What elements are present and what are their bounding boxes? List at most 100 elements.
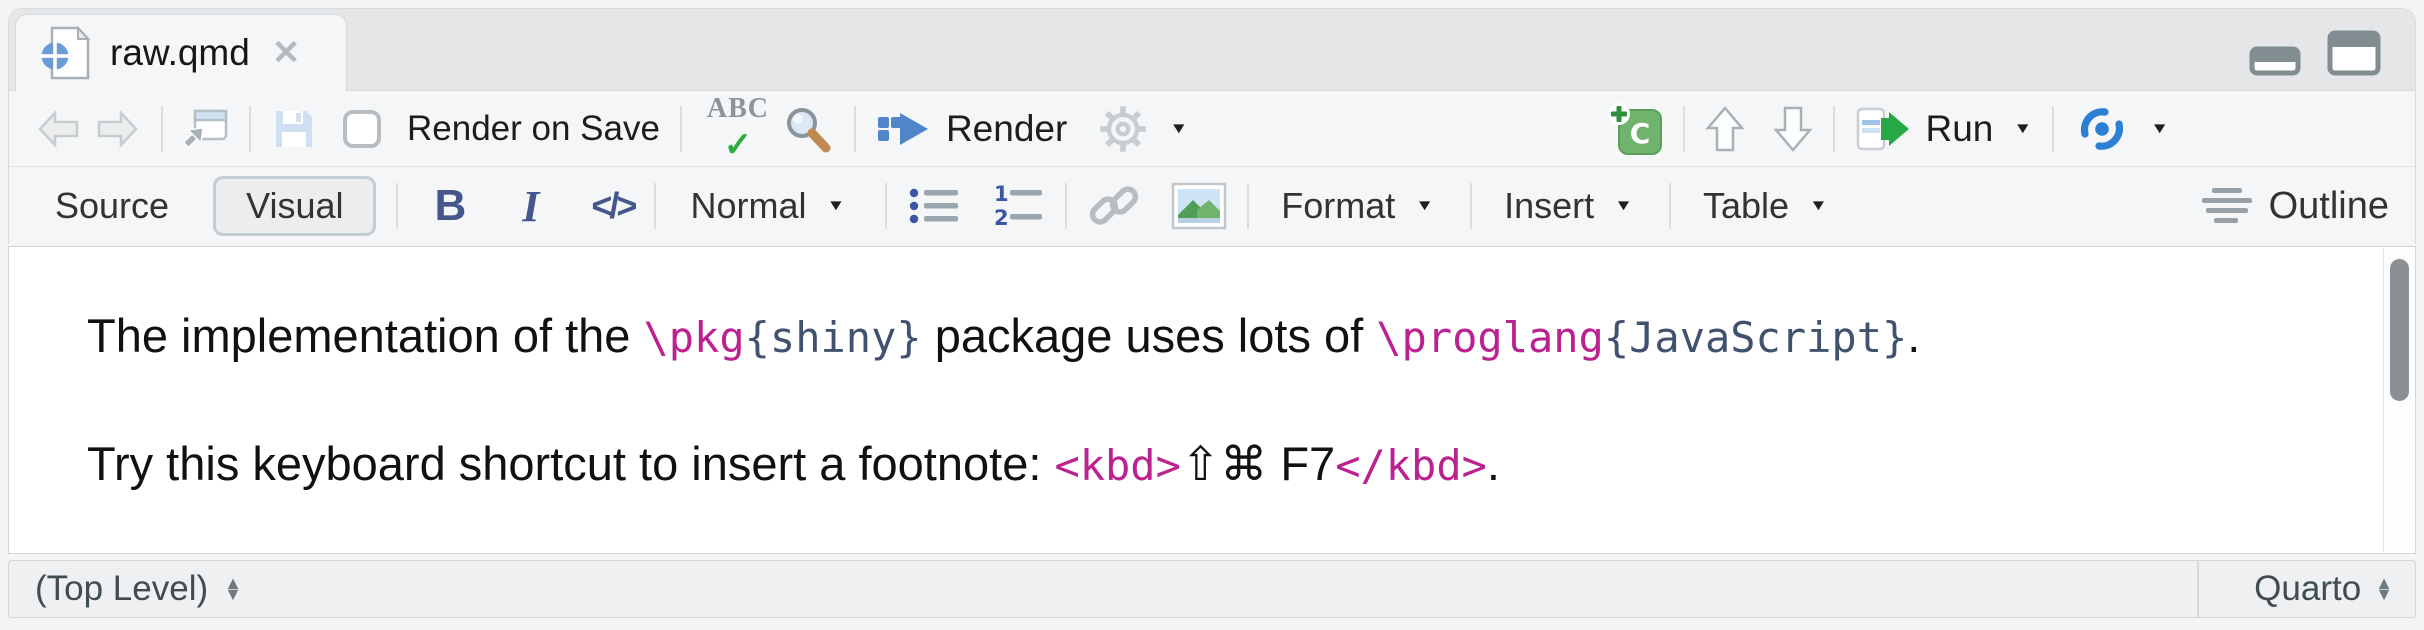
separator bbox=[1247, 183, 1249, 229]
tab-title: raw.qmd bbox=[110, 32, 250, 74]
table-label: Table bbox=[1703, 185, 1789, 227]
svg-text:C: C bbox=[1630, 117, 1651, 150]
format-toolbar: Source Visual B I </> Normal ▼ 1 2 bbox=[9, 167, 2415, 245]
bold-icon[interactable]: B bbox=[434, 181, 466, 231]
text-span: . bbox=[1487, 437, 1500, 490]
insert-label: Insert bbox=[1504, 185, 1594, 227]
insert-menu[interactable]: Insert ▼ bbox=[1504, 185, 1633, 227]
italic-icon[interactable]: I bbox=[522, 181, 539, 232]
caret-down-icon: ▼ bbox=[2013, 120, 2032, 138]
outline-icon bbox=[2201, 185, 2253, 227]
text-span: <kbd> bbox=[1054, 441, 1180, 490]
separator bbox=[654, 183, 656, 229]
render-options-button[interactable]: ▼ bbox=[1097, 103, 1188, 155]
scope-label: (Top Level) bbox=[35, 569, 208, 609]
render-button[interactable]: Render bbox=[876, 108, 1067, 150]
vertical-scrollbar[interactable] bbox=[2383, 247, 2415, 553]
save-button[interactable] bbox=[271, 106, 317, 152]
spellcheck-check: ✓ bbox=[724, 132, 753, 159]
outline-toggle-button[interactable]: Outline bbox=[2201, 185, 2389, 228]
checkbox[interactable] bbox=[343, 110, 381, 148]
block-format-value: Normal bbox=[690, 185, 806, 227]
run-label: Run bbox=[1925, 108, 1993, 150]
separator bbox=[1683, 106, 1685, 152]
source-mode-button[interactable]: Source bbox=[45, 179, 179, 233]
stepper-icon: ▲ ▼ bbox=[2375, 578, 2393, 600]
run-chunks-below-button[interactable] bbox=[1773, 105, 1813, 153]
tab-strip: raw.qmd ✕ bbox=[9, 9, 2415, 91]
pane-window-controls bbox=[2249, 30, 2381, 76]
separator bbox=[1669, 183, 1671, 229]
document-type-label: Quarto bbox=[2254, 569, 2361, 609]
spellcheck-button[interactable]: ABC ✓ bbox=[702, 98, 774, 160]
document-body: The implementation of the \pkg{shiny} pa… bbox=[9, 247, 2415, 491]
document-type-selector[interactable]: Quarto ▲ ▼ bbox=[2197, 561, 2415, 617]
table-menu[interactable]: Table ▼ bbox=[1703, 185, 1828, 227]
render-on-save-checkbox[interactable]: Render on Save bbox=[343, 109, 660, 149]
open-in-new-window-button[interactable] bbox=[183, 108, 229, 150]
stepper-icon: ▲ ▼ bbox=[224, 578, 242, 600]
tab-raw-qmd[interactable]: raw.qmd ✕ bbox=[15, 14, 347, 91]
caret-down-icon: ▼ bbox=[2150, 120, 2169, 138]
text-span: \pkg bbox=[643, 313, 744, 362]
paragraph-2: Try this keyboard shortcut to insert a f… bbox=[87, 437, 2415, 491]
link-button[interactable] bbox=[1087, 182, 1141, 230]
separator bbox=[396, 183, 398, 229]
text-span: ⇧⌘ F7 bbox=[1181, 437, 1335, 490]
render-on-save-label: Render on Save bbox=[407, 109, 660, 149]
run-toolbar: Render on Save ABC ✓ Render bbox=[9, 91, 2415, 167]
separator bbox=[885, 183, 887, 229]
back-button[interactable] bbox=[35, 108, 83, 150]
format-menu[interactable]: Format ▼ bbox=[1281, 185, 1434, 227]
scrollbar-thumb[interactable] bbox=[2390, 259, 2409, 401]
outline-label: Outline bbox=[2269, 185, 2389, 228]
maximize-icon[interactable] bbox=[2327, 30, 2381, 76]
format-label: Format bbox=[1281, 185, 1395, 227]
numbered-list-button[interactable]: 1 2 bbox=[991, 183, 1045, 229]
text-span: </kbd> bbox=[1335, 441, 1487, 490]
forward-button[interactable] bbox=[93, 108, 141, 150]
minimize-icon[interactable] bbox=[2249, 46, 2301, 76]
text-span: package uses lots of bbox=[922, 309, 1377, 362]
stepper-down-icon: ▼ bbox=[224, 589, 242, 600]
text-span: Try this keyboard shortcut to insert a f… bbox=[87, 437, 1054, 490]
visual-editor-canvas[interactable]: The implementation of the \pkg{shiny} pa… bbox=[8, 246, 2416, 554]
editor-pane-chrome: raw.qmd ✕ bbox=[8, 8, 2416, 244]
text-span: \proglang bbox=[1376, 313, 1604, 362]
stepper-down-icon: ▼ bbox=[2375, 589, 2393, 600]
text-span: {JavaScript} bbox=[1604, 313, 1907, 362]
block-format-dropdown[interactable]: Normal ▼ bbox=[690, 185, 845, 227]
svg-text:2: 2 bbox=[994, 206, 1009, 229]
publish-button[interactable]: ▼ bbox=[2074, 104, 2169, 154]
quarto-document-icon bbox=[40, 25, 92, 81]
insert-chunk-button[interactable]: C bbox=[1607, 102, 1663, 156]
svg-text:1: 1 bbox=[994, 183, 1009, 206]
separator bbox=[680, 106, 682, 152]
text-span: {shiny} bbox=[745, 313, 922, 362]
visual-mode-button[interactable]: Visual bbox=[213, 176, 376, 236]
source-label: Source bbox=[55, 185, 169, 227]
text-span: . bbox=[1907, 309, 1920, 362]
separator bbox=[854, 106, 856, 152]
close-icon[interactable]: ✕ bbox=[272, 33, 301, 73]
spellcheck-letters: ABC bbox=[707, 98, 769, 120]
caret-down-icon: ▼ bbox=[1169, 120, 1188, 138]
code-icon[interactable]: </> bbox=[591, 185, 634, 227]
separator bbox=[1833, 106, 1835, 152]
run-chunks-above-button[interactable] bbox=[1705, 105, 1745, 153]
run-button[interactable]: Run ▼ bbox=[1855, 106, 2032, 152]
caret-down-icon: ▼ bbox=[826, 197, 845, 215]
paragraph-1: The implementation of the \pkg{shiny} pa… bbox=[87, 309, 2415, 363]
caret-down-icon: ▼ bbox=[1809, 197, 1828, 215]
render-label: Render bbox=[946, 108, 1067, 150]
separator bbox=[161, 106, 163, 152]
visual-label: Visual bbox=[246, 185, 343, 227]
bullet-list-button[interactable] bbox=[907, 183, 961, 229]
image-button[interactable] bbox=[1171, 182, 1227, 230]
search-button[interactable] bbox=[782, 103, 834, 155]
separator bbox=[1065, 183, 1067, 229]
text-span: The implementation of the bbox=[87, 309, 643, 362]
caret-down-icon: ▼ bbox=[1415, 197, 1434, 215]
scope-selector[interactable]: (Top Level) ▲ ▼ bbox=[9, 561, 268, 617]
separator bbox=[2052, 106, 2054, 152]
